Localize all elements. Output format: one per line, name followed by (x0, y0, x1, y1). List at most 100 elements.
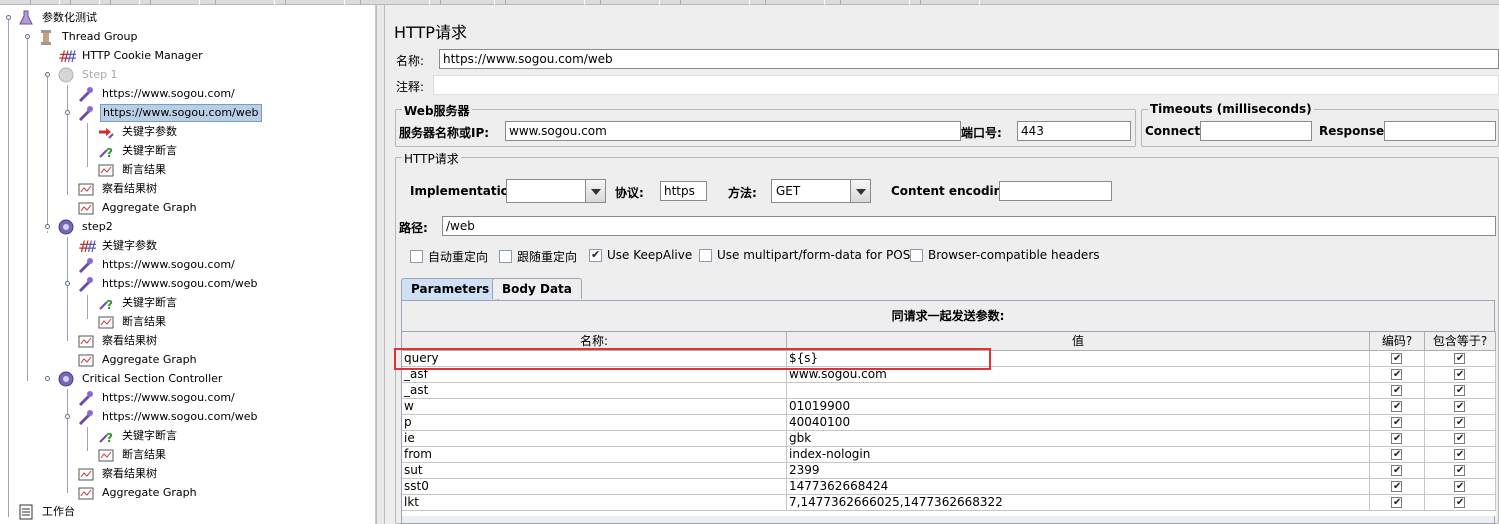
param-name-cell[interactable]: lkt (402, 495, 787, 511)
checkbox-checked-icon[interactable] (1391, 495, 1402, 510)
browser-headers-checkbox[interactable]: Browser-compatible headers (910, 248, 1100, 262)
encoding-field[interactable] (999, 181, 1112, 201)
tree-node-root[interactable]: 参数化测试 (18, 9, 99, 27)
tree-node-step2-req1[interactable]: https://www.sogou.com/ (78, 256, 237, 274)
param-value-cell[interactable] (787, 383, 1370, 399)
port-field[interactable]: 443 (1017, 121, 1131, 141)
checkbox-checked-icon[interactable] (1454, 367, 1465, 382)
tree-node-step2-view-tree[interactable]: 察看结果树 (78, 332, 159, 350)
checkbox-checked-icon[interactable] (1454, 415, 1465, 430)
param-value-cell[interactable]: 01019900 (787, 399, 1370, 415)
param-name-cell[interactable]: p (402, 415, 787, 431)
param-name-cell[interactable]: sut (402, 463, 787, 479)
keepalive-checkbox[interactable]: Use KeepAlive (589, 248, 692, 262)
tree-node-step1-kw-param[interactable]: 关键字参数 (98, 123, 179, 141)
param-encode-cell[interactable] (1370, 351, 1425, 367)
tree-node-csc-agg[interactable]: Aggregate Graph (78, 484, 199, 502)
checkbox-checked-icon[interactable] (1391, 399, 1402, 414)
param-value-cell[interactable]: 1477362668424 (787, 479, 1370, 495)
param-include-equals-cell[interactable] (1425, 383, 1496, 399)
tab-body-data[interactable]: Body Data (492, 278, 582, 299)
param-name-cell[interactable]: sst0 (402, 479, 787, 495)
param-encode-cell[interactable] (1370, 495, 1425, 511)
param-encode-cell[interactable] (1370, 479, 1425, 495)
tree-node-step1-assert-result[interactable]: 断言结果 (98, 161, 168, 179)
follow-redirect-checkbox[interactable]: 跟随重定向 (499, 248, 577, 265)
param-encode-cell[interactable] (1370, 431, 1425, 447)
param-value-cell[interactable]: 7,1477362666025,1477362668322 (787, 495, 1370, 511)
tree-node-csc-assert-result[interactable]: 断言结果 (98, 446, 168, 464)
param-value-cell[interactable]: 2399 (787, 463, 1370, 479)
param-value-cell[interactable]: gbk (787, 431, 1370, 447)
param-include-equals-cell[interactable] (1425, 495, 1496, 511)
auto-redirect-checkbox[interactable]: 自动重定向 (410, 248, 488, 265)
param-include-equals-cell[interactable] (1425, 463, 1496, 479)
response-field[interactable] (1384, 121, 1496, 141)
connect-field[interactable] (1200, 121, 1312, 141)
param-include-equals-cell[interactable] (1425, 399, 1496, 415)
protocol-field[interactable]: https (660, 181, 707, 201)
tree-node-step1[interactable]: Step 1 (58, 66, 120, 84)
tree-node-step1-view-tree[interactable]: 察看结果树 (78, 180, 159, 198)
checkbox-checked-icon[interactable] (1391, 431, 1402, 446)
checkbox-checked-icon[interactable] (1391, 463, 1402, 478)
method-select[interactable]: GET (771, 179, 871, 203)
param-include-equals-cell[interactable] (1425, 351, 1496, 367)
param-encode-cell[interactable] (1370, 447, 1425, 463)
checkbox-checked-icon[interactable] (1454, 463, 1465, 478)
param-include-equals-cell[interactable] (1425, 415, 1496, 431)
tree-node-cookie-manager[interactable]: ## HTTP Cookie Manager (58, 47, 205, 66)
checkbox-checked-icon[interactable] (1391, 383, 1402, 398)
param-encode-cell[interactable] (1370, 415, 1425, 431)
name-field[interactable]: https://www.sogou.com/web (439, 49, 1499, 69)
param-name-cell[interactable]: from (402, 447, 787, 463)
checkbox-checked-icon[interactable] (1454, 479, 1465, 494)
tree-node-step1-kw-assert[interactable]: ? 关键字断言 (98, 142, 179, 160)
param-encode-cell[interactable] (1370, 463, 1425, 479)
test-plan-tree[interactable]: 参数化测试 Thread Group ## HTTP Cookie Manage… (0, 5, 376, 524)
param-include-equals-cell[interactable] (1425, 431, 1496, 447)
checkbox-checked-icon[interactable] (1391, 351, 1402, 366)
implementation-select[interactable] (506, 179, 606, 203)
tree-node-step2-agg[interactable]: Aggregate Graph (78, 351, 199, 369)
checkbox-checked-icon[interactable] (1391, 479, 1402, 494)
checkbox-checked-icon[interactable] (1454, 383, 1465, 398)
checkbox-checked-icon[interactable] (1454, 495, 1465, 510)
checkbox-checked-icon[interactable] (1454, 431, 1465, 446)
tree-node-step2-kw-assert[interactable]: ? 关键字断言 (98, 294, 179, 312)
tree-node-csc[interactable]: Critical Section Controller (58, 370, 224, 388)
checkbox-checked-icon[interactable] (1454, 399, 1465, 414)
param-encode-cell[interactable] (1370, 383, 1425, 399)
server-field[interactable]: www.sogou.com (505, 121, 961, 141)
tree-node-csc-kw-assert[interactable]: ? 关键字断言 (98, 427, 179, 445)
tree-node-step2-assert-result[interactable]: 断言结果 (98, 313, 168, 331)
param-name-cell[interactable]: ie (402, 431, 787, 447)
param-encode-cell[interactable] (1370, 399, 1425, 415)
multipart-checkbox[interactable]: Use multipart/form-data for POST (699, 248, 918, 262)
param-name-cell[interactable]: _ast (402, 383, 787, 399)
param-value-cell[interactable]: 40040100 (787, 415, 1370, 431)
tree-node-workbench[interactable]: 工作台 (18, 503, 77, 521)
tree-node-csc-req2[interactable]: https://www.sogou.com/web (78, 408, 260, 426)
tree-node-step1-req2[interactable]: https://www.sogou.com/web (78, 104, 262, 122)
checkbox-checked-icon[interactable] (1454, 351, 1465, 366)
param-include-equals-cell[interactable] (1425, 367, 1496, 383)
tree-node-step1-agg[interactable]: Aggregate Graph (78, 199, 199, 217)
comment-field[interactable] (433, 75, 1499, 95)
chevron-down-icon[interactable] (585, 180, 605, 202)
checkbox-checked-icon[interactable] (1391, 415, 1402, 430)
param-encode-cell[interactable] (1370, 367, 1425, 383)
checkbox-checked-icon[interactable] (1391, 447, 1402, 462)
tree-node-step2-kw-param[interactable]: ## 关键字参数 (78, 237, 159, 256)
tree-node-csc-req1[interactable]: https://www.sogou.com/ (78, 389, 237, 407)
tree-node-step2-req2[interactable]: https://www.sogou.com/web (78, 275, 260, 293)
param-value-cell[interactable]: index-nologin (787, 447, 1370, 463)
param-include-equals-cell[interactable] (1425, 479, 1496, 495)
tree-node-step2[interactable]: step2 (58, 218, 115, 236)
chevron-down-icon[interactable] (850, 180, 870, 202)
pane-splitter[interactable] (376, 5, 385, 524)
tree-node-csc-view-tree[interactable]: 察看结果树 (78, 465, 159, 483)
tab-parameters[interactable]: Parameters (401, 278, 500, 300)
param-include-equals-cell[interactable] (1425, 447, 1496, 463)
path-field[interactable]: /web (442, 216, 1496, 236)
